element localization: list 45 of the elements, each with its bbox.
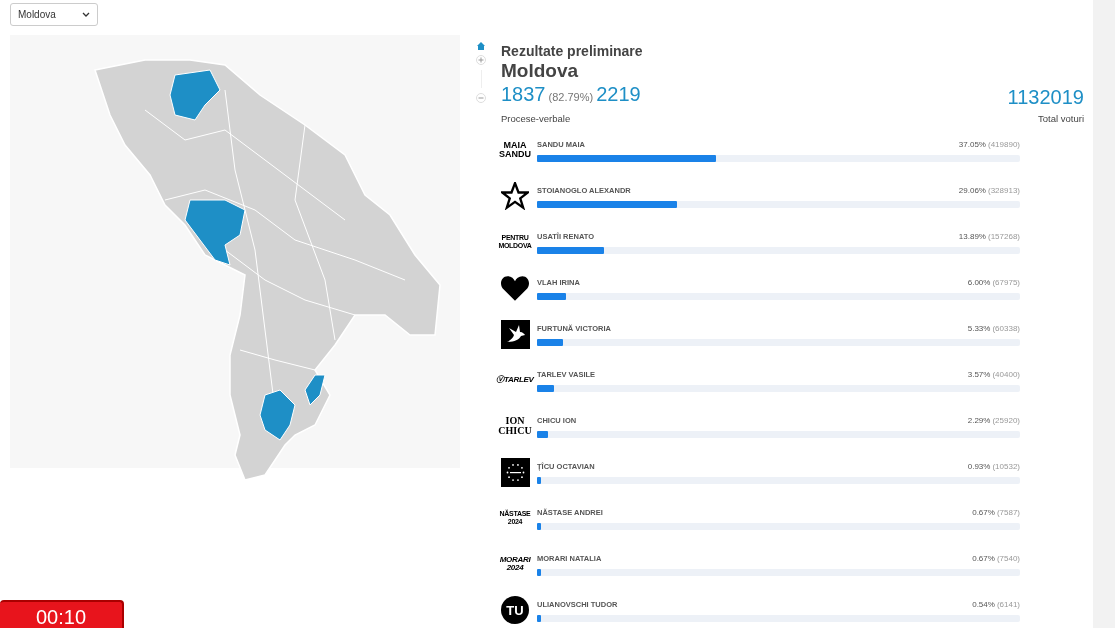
vote-percent: 0.54% [972, 599, 995, 612]
station-count: 2219 [596, 82, 641, 106]
zoom-in-button[interactable] [476, 55, 486, 65]
vote-count: (7540) [996, 553, 1020, 566]
vote-percent: 0.93% [967, 461, 991, 474]
vote-percent: 13.89% [958, 231, 986, 244]
candidate-logo: TU [501, 596, 529, 625]
vote-percent: 5.33% [967, 323, 991, 336]
dove-icon [500, 319, 530, 349]
total-votes: 1132019 [1007, 85, 1084, 109]
vote-count: (10532) [992, 461, 1020, 474]
vote-count: (60338) [992, 323, 1020, 336]
candidate-logo: ⓥTARLEV [496, 376, 534, 385]
vote-count: (7587) [996, 507, 1020, 520]
timer-badge: 00:10 [0, 600, 124, 628]
vote-count: (40400) [992, 369, 1020, 382]
vote-count: (6141) [996, 599, 1020, 612]
home-icon[interactable] [477, 42, 485, 50]
zoom-out-button[interactable] [476, 93, 486, 103]
vote-percent: 37.05% [958, 139, 986, 152]
region-select[interactable]: Moldova [10, 3, 98, 26]
vote-percent: 29.06% [958, 185, 986, 198]
reported-percent: (82.79%) [548, 90, 594, 105]
candidate-logo: ION CHICU [498, 416, 532, 437]
stars-icon [500, 457, 530, 487]
candidate-logo: MAIA SANDU [499, 141, 531, 160]
vote-percent: 0.67% [972, 507, 995, 520]
vote-percent: 3.57% [967, 369, 991, 382]
region-title: Moldova [501, 60, 580, 82]
chevron-icon [82, 11, 90, 18]
candidate-logo: MORARI 2024 [499, 556, 531, 573]
star-icon [501, 182, 529, 211]
reports-label: Procese-verbale [501, 112, 572, 126]
vote-count: (419890) [987, 139, 1020, 152]
vote-count: (157268) [987, 231, 1020, 244]
vote-percent: 6.00% [967, 277, 991, 290]
results-title: Rezultate preliminare [501, 42, 643, 60]
total-votes-label: Total voturi [1038, 112, 1084, 126]
reported-count: 1837 [501, 82, 546, 106]
vote-count: (328913) [987, 185, 1020, 198]
vote-count: (25920) [992, 415, 1020, 428]
vote-count: (67975) [992, 277, 1020, 290]
heart-icon [500, 274, 530, 302]
vote-percent: 0.67% [972, 553, 995, 566]
vote-percent: 2.29% [967, 415, 991, 428]
